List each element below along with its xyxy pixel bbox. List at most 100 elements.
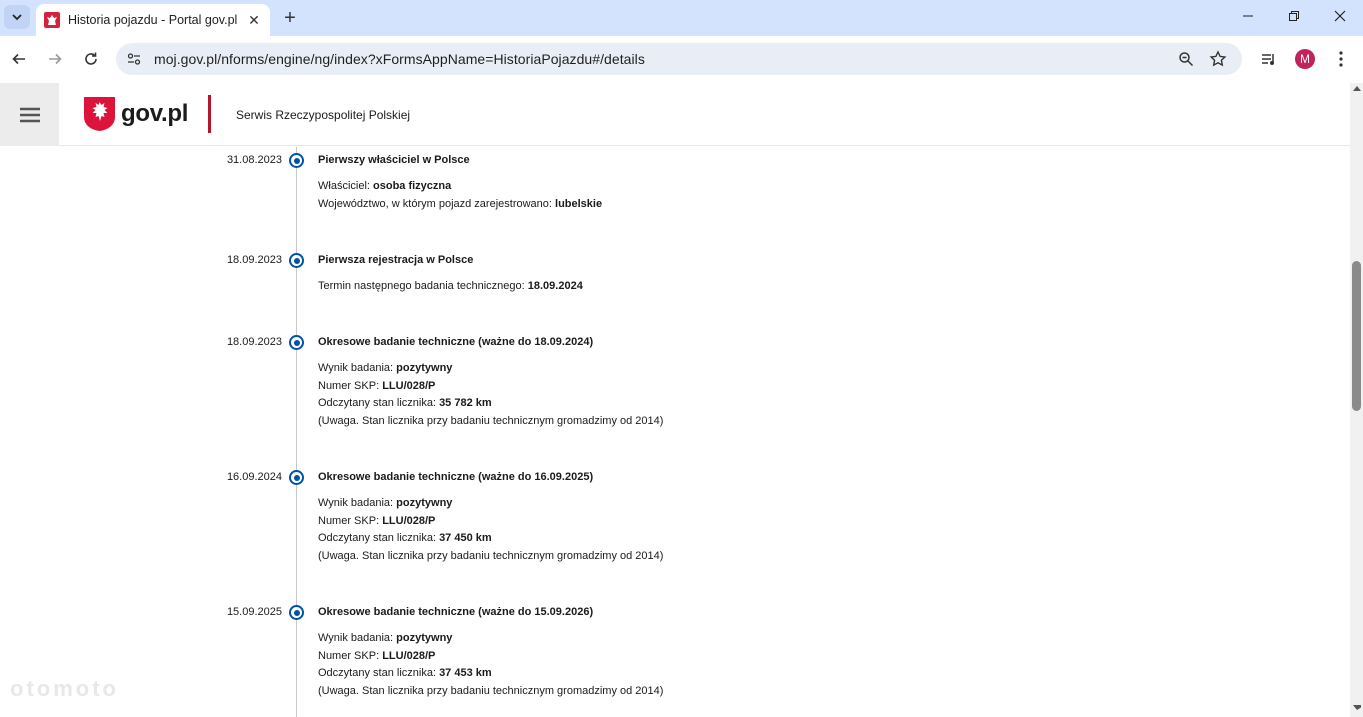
event-title: Okresowe badanie techniczne (ważne do 15… [318, 606, 594, 618]
event-title: Pierwszy właściciel w Polsce [318, 154, 470, 166]
detail-row: Odczytany stan licznika: 37 453 km [318, 665, 663, 683]
detail-row: Wynik badania: pozytywny [318, 360, 663, 378]
hamburger-icon [19, 107, 40, 122]
timeline-marker-icon [289, 253, 304, 268]
reload-icon [85, 52, 97, 65]
restore-icon [1289, 11, 1299, 21]
site-info-icon[interactable] [120, 45, 148, 73]
timeline-marker-icon [289, 470, 304, 485]
detail-label: Wynik badania: [318, 632, 397, 644]
service-name: Serwis Rzeczypospolitej Polskiej [236, 108, 411, 122]
detail-row: (Uwaga. Stan licznika przy badaniu techn… [318, 548, 663, 566]
detail-label: Numer SKP: [318, 649, 383, 662]
timeline-line [296, 147, 297, 717]
detail-label: (Uwaga. Stan licznika przy badaniu techn… [318, 414, 664, 427]
detail-label: Wynik badania: [318, 497, 397, 509]
profile-button[interactable]: M [1291, 45, 1319, 73]
detail-label: Termin następnego badania technicznego: [318, 280, 528, 292]
event-details: Termin następnego badania technicznego: … [318, 278, 583, 296]
detail-value: osoba fizyczna [373, 180, 452, 192]
detail-value: pozytywny [396, 632, 453, 644]
detail-label: Numer SKP: [318, 379, 383, 392]
detail-value: lubelskie [555, 197, 603, 210]
detail-row: Numer SKP: LLU/028/P [318, 513, 663, 531]
avatar: M [1295, 49, 1315, 69]
detail-row: Numer SKP: LLU/028/P [318, 648, 663, 666]
detail-row: Numer SKP: LLU/028/P [318, 378, 663, 396]
tab-title: Historia pojazdu - Portal gov.pl [68, 13, 238, 27]
detail-label: Odczytany stan licznika: [318, 667, 440, 680]
more-vertical-icon [1339, 51, 1343, 67]
vehicle-history-timeline: 31.08.2023 Pierwszy właściciel w Polsce Wł… [0, 147, 1350, 717]
scrollbar-thumb[interactable] [1352, 261, 1361, 411]
tab-close-icon[interactable]: ✕ [246, 12, 262, 28]
close-window-button[interactable] [1317, 0, 1363, 32]
page-scrollbar[interactable] [1350, 83, 1363, 717]
arrow-right-icon [49, 53, 62, 65]
minimize-button[interactable] [1225, 0, 1271, 32]
timeline-marker-icon [289, 605, 304, 620]
close-icon [1334, 10, 1346, 22]
detail-label: (Uwaga. Stan licznika przy badaniu techn… [318, 549, 664, 562]
browser-tab-active[interactable]: Historia pojazdu - Portal gov.pl ✕ [36, 4, 270, 36]
event-details: Wynik badania: pozytywny Numer SKP: LLU/0… [318, 495, 663, 565]
event-title: Pierwsza rejestracja w Polsce [318, 254, 474, 266]
detail-row: (Uwaga. Stan licznika przy badaniu techn… [318, 683, 663, 701]
zoom-icon[interactable] [1174, 47, 1198, 71]
forward-button[interactable] [41, 45, 69, 73]
detail-row: Wynik badania: pozytywny [318, 630, 663, 648]
event-date: 18.09.2023 [226, 254, 282, 266]
detail-value: LLU/028/P [382, 379, 436, 392]
detail-value: 37 450 km [439, 532, 492, 545]
event-date: 15.09.2025 [226, 606, 282, 618]
site-header: gov.pl Serwis Rzeczypospolitej Polskiej [0, 83, 1350, 146]
brand-name: gov.pl [121, 100, 189, 127]
detail-value: pozytywny [396, 362, 453, 374]
detail-row: (Uwaga. Stan licznika przy badaniu techn… [318, 413, 663, 431]
new-tab-button[interactable]: + [278, 6, 302, 30]
chevron-down-icon [12, 14, 22, 21]
browser-tabstrip: Historia pojazdu - Portal gov.pl ✕ + [0, 0, 1363, 36]
reload-button[interactable] [77, 45, 105, 73]
browser-toolbar: moj.gov.pl/nforms/engine/ng/index?xForms… [0, 36, 1363, 82]
menu-button[interactable] [0, 83, 59, 146]
detail-value: 18.09.2024 [527, 280, 583, 292]
detail-value: LLU/028/P [382, 514, 436, 527]
event-date: 18.09.2023 [226, 336, 282, 348]
header-divider [208, 95, 211, 133]
event-title: Okresowe badanie techniczne (ważne do 18… [318, 336, 594, 348]
address-bar[interactable]: moj.gov.pl/nforms/engine/ng/index?xForms… [116, 43, 1242, 75]
detail-row: Odczytany stan licznika: 37 450 km [318, 530, 663, 548]
playlist-icon [1262, 54, 1274, 65]
event-title: Okresowe badanie techniczne (ważne do 16… [318, 471, 594, 483]
detail-value: pozytywny [396, 497, 453, 509]
timeline-marker-icon [289, 335, 304, 350]
scroll-up-icon[interactable] [1350, 85, 1363, 95]
bookmark-star-icon[interactable] [1206, 47, 1230, 71]
detail-label: (Uwaga. Stan licznika przy badaniu techn… [318, 684, 664, 697]
gov-logo[interactable]: gov.pl [84, 97, 188, 131]
restore-button[interactable] [1271, 0, 1317, 32]
detail-label: Odczytany stan licznika: [318, 532, 440, 545]
gov-favicon-icon [44, 12, 60, 28]
event-date: 31.08.2023 [226, 154, 282, 166]
detail-label: Numer SKP: [318, 514, 383, 527]
watermark-text: otomoto [10, 676, 119, 701]
detail-value: 35 782 km [439, 397, 492, 410]
detail-row: Właściciel: osoba fizyczna [318, 178, 602, 196]
detail-value: 37 453 km [439, 667, 492, 680]
browser-menu-button[interactable] [1327, 45, 1355, 73]
detail-row: Wynik badania: pozytywny [318, 495, 663, 513]
detail-label: Właściciel: [318, 180, 374, 192]
event-details: Właściciel: osoba fizyczna Województwo, w… [318, 178, 602, 213]
back-button[interactable] [5, 45, 33, 73]
detail-row: Odczytany stan licznika: 35 782 km [318, 395, 663, 413]
tab-search-button[interactable] [4, 5, 30, 29]
scroll-down-icon[interactable] [1350, 705, 1363, 715]
detail-value: LLU/028/P [382, 649, 436, 662]
url-text[interactable]: moj.gov.pl/nforms/engine/ng/index?xForms… [154, 51, 645, 67]
media-controls-button[interactable] [1255, 45, 1283, 73]
event-details: Wynik badania: pozytywny Numer SKP: LLU/0… [318, 630, 663, 700]
detail-label: Wynik badania: [318, 362, 397, 374]
event-details: Wynik badania: pozytywny Numer SKP: LLU/0… [318, 360, 663, 430]
